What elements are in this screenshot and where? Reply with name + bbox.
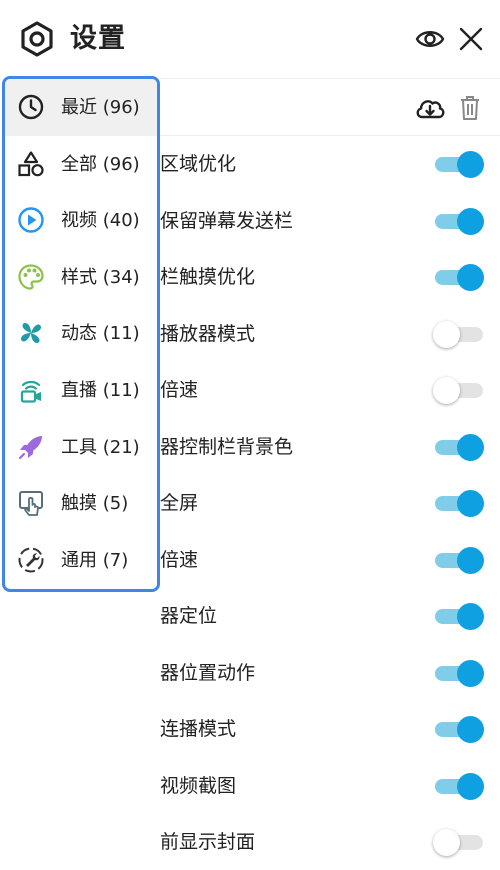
toggle-knob <box>457 207 484 235</box>
setting-label: 栏触摸优化 <box>160 266 256 288</box>
setting-row: 倍速 <box>160 362 500 419</box>
setting-row: 保留弹幕发送栏 <box>160 193 500 250</box>
setting-label: 倍速 <box>160 548 199 571</box>
category-item[interactable]: 通用 (7) <box>5 532 157 589</box>
setting-row: 栏触摸优化 <box>160 249 500 306</box>
setting-toggle[interactable] <box>433 715 485 743</box>
setting-row: 器定位 <box>160 588 500 645</box>
setting-toggle[interactable] <box>433 433 485 461</box>
setting-toggle[interactable] <box>433 546 485 574</box>
setting-label: 器控制栏背景色 <box>160 435 294 458</box>
setting-row: 前显示封面 <box>160 814 500 870</box>
setting-toggle[interactable] <box>433 602 485 630</box>
setting-toggle[interactable] <box>433 659 485 687</box>
toggle-knob <box>457 546 484 574</box>
category-label: 触摸 (5) <box>61 493 129 515</box>
setting-row: 器控制栏背景色 <box>160 419 500 476</box>
settings-panel: 设置 区域优化 保留弹幕发送栏 栏触摸优化 播放器模式 倍速 器控制栏背景色 全屏 倍速 器定位… <box>0 0 500 870</box>
category-item[interactable]: 视频 (40) <box>5 192 157 249</box>
hexagon-gear-icon <box>21 21 53 57</box>
setting-label: 器位置动作 <box>160 661 256 684</box>
category-item[interactable]: 直播 (11) <box>5 362 157 419</box>
palette-icon <box>18 264 44 290</box>
close-icon[interactable] <box>456 24 486 54</box>
category-label: 直播 (11) <box>61 380 140 401</box>
cloud-download-icon[interactable] <box>414 93 446 123</box>
toggle-knob <box>457 659 484 687</box>
category-item[interactable]: 全部 (96) <box>5 136 157 193</box>
eye-icon[interactable] <box>414 24 446 54</box>
setting-toggle[interactable] <box>433 489 485 517</box>
category-label: 工具 (21) <box>61 436 140 458</box>
touch-icon <box>19 491 43 517</box>
category-label: 样式 (34) <box>61 266 140 288</box>
shapes-icon <box>18 150 44 176</box>
setting-row: 区域优化 <box>160 136 500 193</box>
trash-icon[interactable] <box>458 94 482 122</box>
wrench-circle-icon <box>18 547 44 573</box>
setting-row: 器位置动作 <box>160 645 500 702</box>
setting-toggle[interactable] <box>433 263 485 291</box>
setting-label: 倍速 <box>160 379 199 401</box>
category-label: 最近 (96) <box>61 97 140 118</box>
category-menu: 最近 (96) 全部 (96) 视频 (40) 样式 (34) 动态 (11) 直播 (1… <box>2 76 160 592</box>
toggle-knob <box>457 433 484 461</box>
toggle-knob <box>457 490 484 517</box>
category-label: 通用 (7) <box>61 549 129 571</box>
toggle-knob <box>433 320 460 348</box>
setting-label: 播放器模式 <box>160 322 256 345</box>
page-title: 设置 <box>70 23 126 54</box>
category-item[interactable]: 最近 (96) <box>5 79 157 136</box>
header: 设置 <box>0 0 500 78</box>
setting-toggle[interactable] <box>433 207 485 235</box>
clock-icon <box>18 94 44 120</box>
setting-label: 全屏 <box>160 492 199 514</box>
pinwheel-icon <box>21 323 41 344</box>
setting-row: 播放器模式 <box>160 306 500 363</box>
category-item[interactable]: 动态 (11) <box>5 305 157 362</box>
broadcast-icon <box>20 380 41 403</box>
settings-list: 区域优化 保留弹幕发送栏 栏触摸优化 播放器模式 倍速 器控制栏背景色 全屏 倍速 器定位 器位置… <box>160 78 500 870</box>
setting-row: 全屏 <box>160 475 500 532</box>
play-circle-icon <box>18 207 44 233</box>
setting-row: 连播模式 <box>160 701 500 758</box>
category-item[interactable]: 工具 (21) <box>5 419 157 476</box>
setting-toggle[interactable] <box>433 772 485 800</box>
toggle-knob <box>457 716 484 743</box>
setting-label: 前显示封面 <box>160 831 256 853</box>
setting-toggle[interactable] <box>433 150 485 178</box>
setting-toggle[interactable] <box>433 320 485 348</box>
toolbar <box>160 78 500 136</box>
setting-label: 视频截图 <box>160 774 237 797</box>
setting-toggle[interactable] <box>433 828 485 856</box>
setting-row: 视频截图 <box>160 758 500 815</box>
setting-row: 倍速 <box>160 532 500 589</box>
toggle-knob <box>457 264 484 291</box>
category-label: 动态 (11) <box>61 323 140 345</box>
category-item[interactable]: 样式 (34) <box>5 249 157 306</box>
setting-label: 区域优化 <box>160 153 237 175</box>
toggle-knob <box>457 151 484 178</box>
toggle-knob <box>457 772 484 800</box>
category-item[interactable]: 触摸 (5) <box>5 475 157 532</box>
setting-toggle[interactable] <box>433 376 485 404</box>
setting-label: 连播模式 <box>160 718 237 740</box>
setting-label: 保留弹幕发送栏 <box>160 209 294 232</box>
toggle-knob <box>433 377 460 404</box>
toggle-knob <box>433 829 460 856</box>
setting-label: 器定位 <box>160 605 218 627</box>
toggle-knob <box>457 603 484 630</box>
rocket-icon <box>18 435 42 459</box>
category-label: 视频 (40) <box>61 210 140 232</box>
category-label: 全部 (96) <box>61 153 140 175</box>
